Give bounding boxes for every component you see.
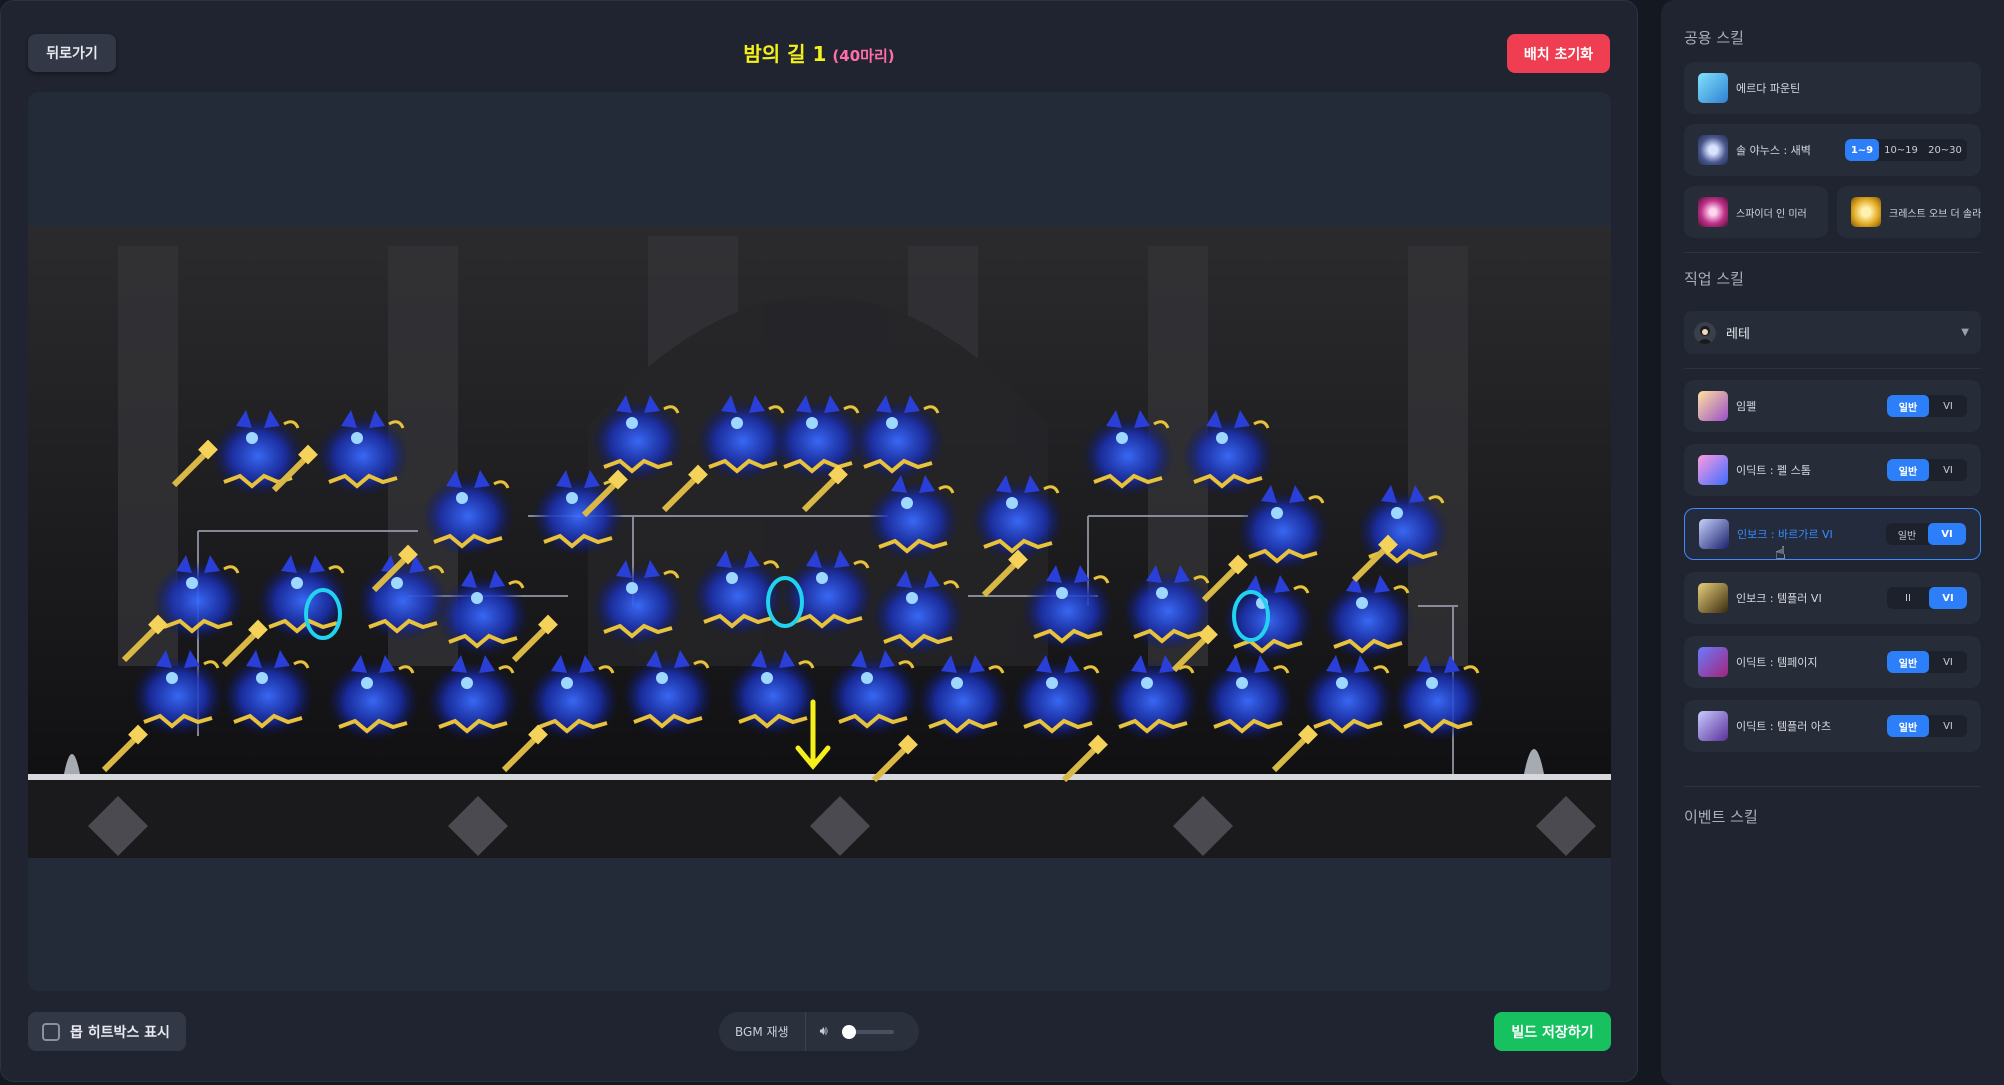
bgm-toggle[interactable]: BGM 재생 [719, 1012, 806, 1051]
skill-label: 크레스트 오브 더 솔라 [1889, 208, 1982, 220]
mode-tab-vi[interactable]: VI [1929, 715, 1967, 737]
mode-tab-normal[interactable]: 일반 [1887, 651, 1929, 673]
common-skill-erda-fountain[interactable]: 에르다 파운틴 [1684, 62, 1981, 114]
skill-label: 인보크 : 템플러 VI [1736, 592, 1822, 605]
mode-tab-normal[interactable]: 일반 [1887, 395, 1929, 417]
fell-storm-mode-tabs: 일반 VI [1887, 459, 1967, 481]
speaker-icon[interactable]: 🔊︎ [820, 1024, 828, 1039]
job-skill-invoke-templar[interactable]: 인보크 : 템플러 VI II VI [1684, 572, 1981, 624]
skill-label: 솔 야누스 : 새벽 [1736, 144, 1811, 157]
job-skill-impel[interactable]: 임펠 일반 VI [1684, 380, 1981, 432]
vargar-icon [1699, 519, 1729, 549]
skill-label: 스파이더 인 미러 [1736, 208, 1807, 220]
event-skills-title: 이벤트 스킬 [1684, 808, 1758, 826]
sidebar-divider [1684, 786, 1981, 787]
mode-tab-vi[interactable]: VI [1929, 395, 1967, 417]
tempage-mode-tabs: 일반 VI [1887, 651, 1967, 673]
mob-count: (40마리) [832, 47, 895, 65]
bgm-control: BGM 재생 🔊︎ [719, 1012, 919, 1051]
character-avatar-icon [1694, 321, 1716, 344]
sidebar-divider [1684, 368, 1981, 369]
save-build-button[interactable]: 빌드 저장하기 [1494, 1012, 1611, 1051]
sidebar-divider [1684, 252, 1981, 253]
templar-arts-mode-tabs: 일반 VI [1887, 715, 1967, 737]
fell-storm-icon [1698, 455, 1728, 485]
volume-slider-knob[interactable] [841, 1024, 856, 1039]
hitbox-checkbox[interactable] [42, 1022, 60, 1041]
mode-tab-normal[interactable]: 일반 [1887, 715, 1929, 737]
job-skill-edict-tempage[interactable]: 이딕트 : 템페이지 일반 VI [1684, 636, 1981, 688]
mode-tab-vi[interactable]: VI [1928, 523, 1966, 545]
job-select[interactable]: 레테 ▼ [1684, 311, 1981, 354]
skill-label: 이딕트 : 템페이지 [1736, 656, 1818, 669]
impel-mode-tabs: 일반 VI [1887, 395, 1967, 417]
tempage-icon [1698, 647, 1728, 677]
job-skill-edict-fell-storm[interactable]: 이딕트 : 펠 스톰 일반 VI [1684, 444, 1981, 496]
map-scene[interactable] [28, 226, 1611, 858]
job-select-value: 레테 [1726, 327, 1750, 342]
templar-icon [1698, 583, 1728, 613]
common-skills-title: 공용 스킬 [1684, 29, 1744, 47]
skill-label: 이딕트 : 펠 스톰 [1736, 464, 1811, 477]
skill-label: 이딕트 : 템플러 아츠 [1736, 720, 1832, 733]
map-stage[interactable] [28, 92, 1611, 991]
mode-tab-ii[interactable]: II [1887, 587, 1929, 609]
common-skill-crest-of-solar[interactable]: 크레스트 오브 더 솔라 [1837, 186, 1981, 238]
mode-tab-vi[interactable]: VI [1929, 651, 1967, 673]
hitbox-toggle[interactable]: 몹 히트박스 표시 [28, 1012, 186, 1051]
skill-label: 임펠 [1736, 400, 1757, 413]
mode-tab-normal[interactable]: 일반 [1887, 459, 1929, 481]
mode-tab-normal[interactable]: 일반 [1886, 523, 1928, 545]
impel-icon [1698, 391, 1728, 421]
templar-mode-tabs: II VI [1887, 587, 1967, 609]
common-skill-sol-janus[interactable]: 솔 야누스 : 새벽 1~9 10~19 20~30 [1684, 124, 1981, 176]
common-skill-spider-in-mirror[interactable]: 스파이더 인 미러 [1684, 186, 1828, 238]
hitbox-label: 몹 히트박스 표시 [70, 1024, 170, 1041]
job-skill-edict-templar-arts[interactable]: 이딕트 : 템플러 아츠 일반 VI [1684, 700, 1981, 752]
crest-of-solar-icon [1851, 197, 1881, 227]
mode-tab-vi[interactable]: VI [1929, 587, 1967, 609]
spider-in-mirror-icon [1698, 197, 1728, 227]
page-title: 밤의 길 1 (40마리) [0, 38, 1638, 67]
sol-janus-level-tabs: 1~9 10~19 20~30 [1845, 139, 1967, 161]
erda-fountain-icon [1698, 73, 1728, 103]
volume-slider[interactable] [841, 1024, 894, 1039]
chevron-down-icon: ▼ [1961, 327, 1969, 338]
reset-placement-button[interactable]: 배치 초기화 [1507, 34, 1610, 73]
level-tab-20-30[interactable]: 20~30 [1923, 139, 1967, 161]
job-skills-title: 직업 스킬 [1684, 270, 1744, 288]
skill-label: 에르다 파운틴 [1736, 82, 1801, 95]
map-title: 밤의 길 1 [743, 42, 827, 66]
vargar-mode-tabs: 일반 VI [1886, 523, 1966, 545]
sol-janus-icon [1698, 135, 1728, 165]
skill-label: 인보크 : 바르가르 VI [1737, 528, 1833, 541]
level-tab-10-19[interactable]: 10~19 [1879, 139, 1923, 161]
templar-arts-icon [1698, 711, 1728, 741]
mode-tab-vi[interactable]: VI [1929, 459, 1967, 481]
pointer-cursor-icon: ☝ [1775, 543, 1786, 564]
level-tab-1-9[interactable]: 1~9 [1845, 139, 1879, 161]
job-skill-invoke-vargar[interactable]: 인보크 : 바르가르 VI 일반 VI [1684, 508, 1981, 560]
